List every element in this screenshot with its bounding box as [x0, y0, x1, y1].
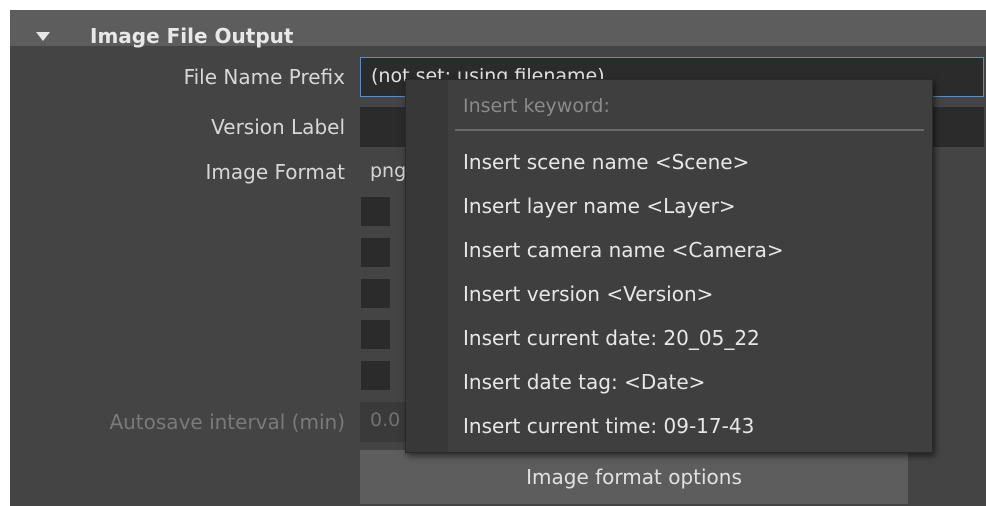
menu-item-insert-camera-name[interactable]: Insert camera name <Camera>	[449, 235, 930, 267]
menu-icon-gutter	[406, 80, 448, 452]
option-checkbox-1[interactable]	[361, 197, 390, 226]
menu-item-label: Insert camera name <Camera>	[463, 238, 784, 262]
section-header[interactable]: Image File Output	[10, 10, 986, 48]
version-label-label: Version Label	[211, 115, 345, 139]
insert-keyword-menu: Insert keyword: Insert scene name <Scene…	[405, 79, 933, 453]
menu-separator	[455, 129, 924, 131]
section-title: Image File Output	[90, 24, 294, 48]
option-checkbox-2[interactable]	[361, 238, 390, 267]
menu-item-label: Insert date tag: <Date>	[463, 370, 706, 394]
option-checkbox-5[interactable]	[361, 361, 390, 390]
option-checkbox-3[interactable]	[361, 279, 390, 308]
image-format-options-button[interactable]: Image format options	[360, 450, 908, 504]
menu-item-label: Insert layer name <Layer>	[463, 194, 736, 218]
image-format-dropdown[interactable]: png	[370, 160, 406, 182]
autosave-interval-field[interactable]: 0.0	[360, 402, 408, 442]
menu-item-insert-layer-name[interactable]: Insert layer name <Layer>	[449, 191, 930, 223]
menu-item-label: Insert current date: 20_05_22	[463, 326, 760, 350]
image-format-label: Image Format	[205, 160, 345, 184]
menu-item-label: Insert version <Version>	[463, 282, 714, 306]
collapse-triangle-icon[interactable]	[36, 32, 50, 41]
menu-title: Insert keyword:	[463, 95, 610, 117]
menu-item-insert-date-tag[interactable]: Insert date tag: <Date>	[449, 367, 930, 399]
option-checkbox-4[interactable]	[361, 320, 390, 349]
autosave-interval-label: Autosave interval (min)	[109, 410, 345, 434]
autosave-interval-value: 0.0	[370, 409, 401, 431]
menu-item-insert-scene-name[interactable]: Insert scene name <Scene>	[449, 147, 930, 179]
menu-item-label: Insert scene name <Scene>	[463, 150, 750, 174]
file-name-prefix-label: File Name Prefix	[183, 65, 345, 89]
menu-item-label: Insert current time: 09-17-43	[463, 414, 755, 438]
menu-item-insert-version[interactable]: Insert version <Version>	[449, 279, 930, 311]
menu-item-insert-current-date[interactable]: Insert current date: 20_05_22	[449, 323, 930, 355]
menu-item-insert-current-time[interactable]: Insert current time: 09-17-43	[449, 411, 930, 443]
